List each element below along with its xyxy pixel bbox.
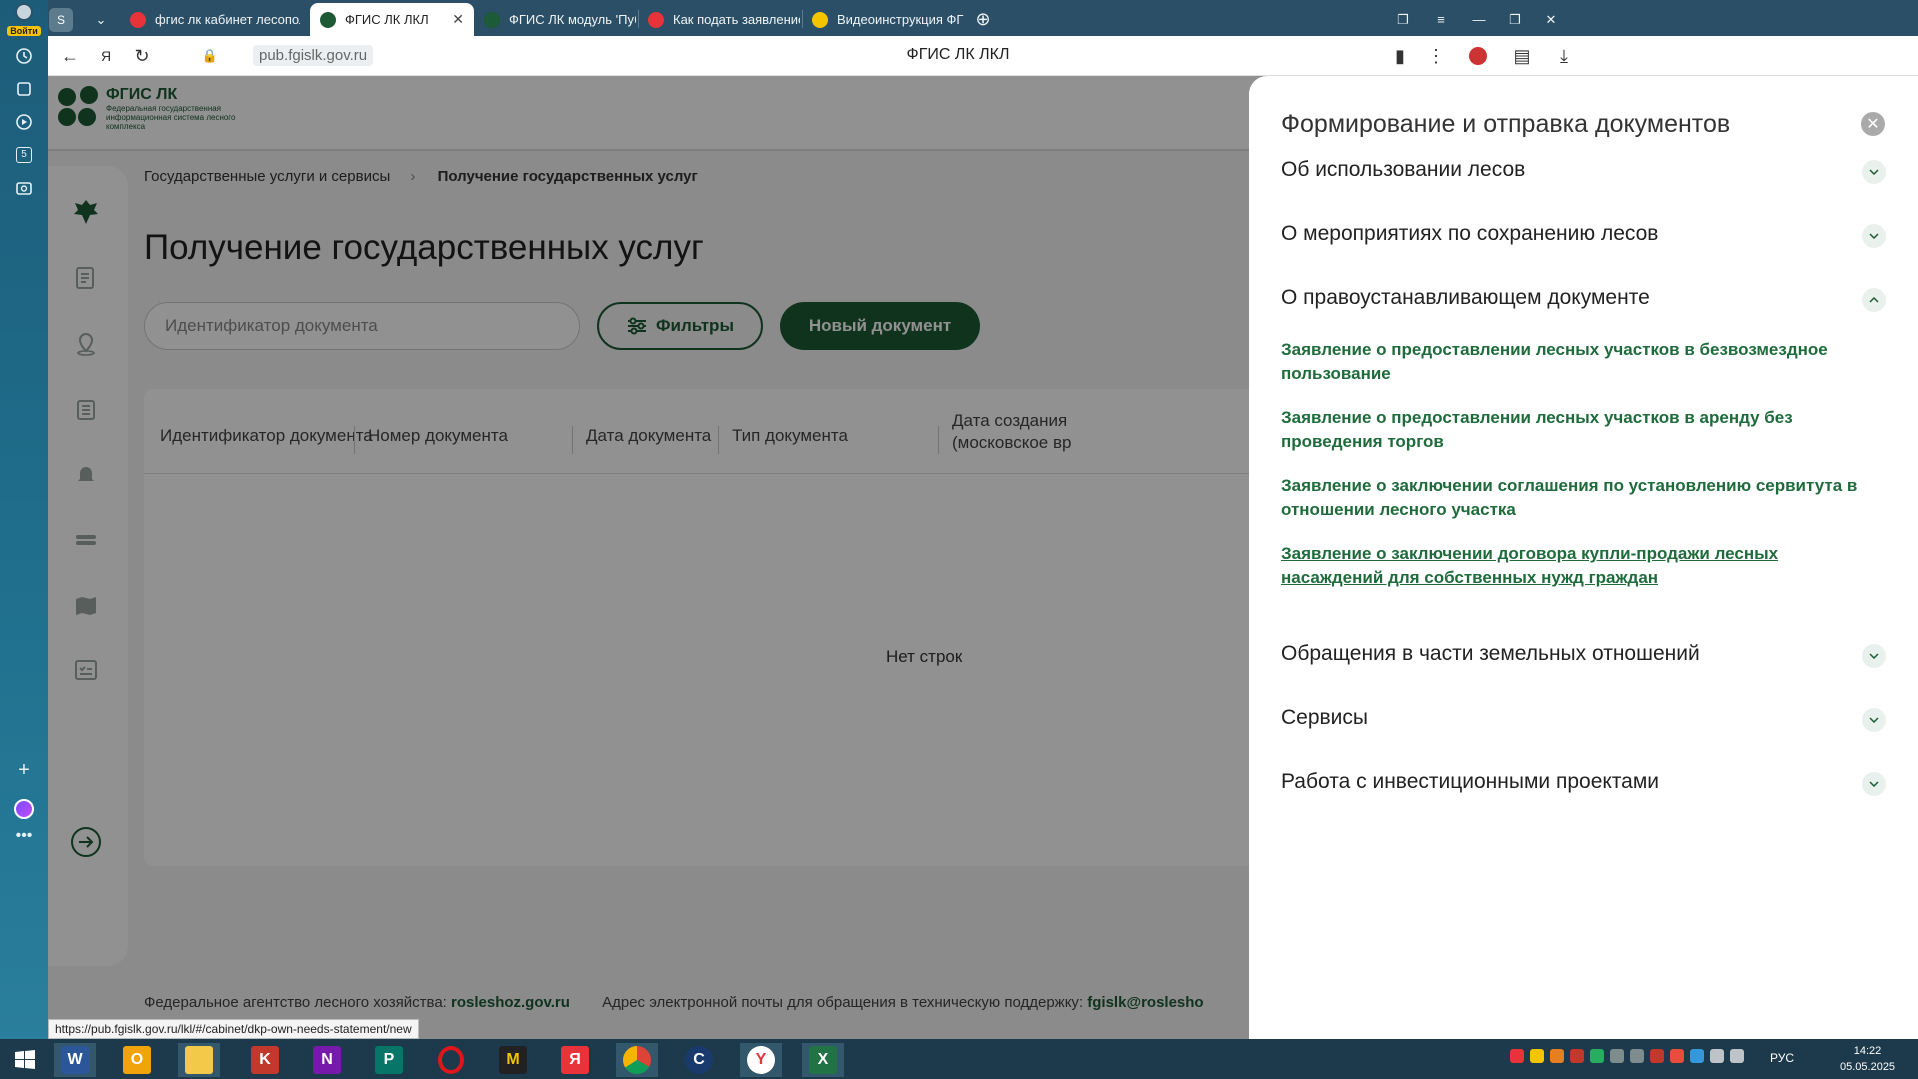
bookmark-icon[interactable]: ▮ <box>1388 44 1412 68</box>
link-servitude-application[interactable]: Заявление о заключении соглашения по уст… <box>1281 474 1881 522</box>
chevron-down-icon[interactable] <box>1862 224 1886 248</box>
play-icon[interactable] <box>12 110 36 134</box>
tab-title: Как подать заявление на <box>673 12 800 27</box>
login-button[interactable]: Войти <box>4 3 44 36</box>
alice-icon[interactable] <box>12 797 36 821</box>
browser-sidebar: Войти 5 + ••• <box>0 0 48 1039</box>
address-bar: ← Я ↻ 🔒 pub.fgislk.gov.ru ФГИС ЛК ЛКЛ ▮ … <box>48 36 1918 76</box>
status-url-tooltip: https://pub.fgislk.gov.ru/lkl/#/cabinet/… <box>48 1019 419 1039</box>
section-title: О правоустанавливающем документе <box>1281 286 1650 309</box>
onenote-icon[interactable]: N <box>306 1043 348 1077</box>
login-label: Войти <box>7 26 41 36</box>
yandex-market-icon[interactable]: М <box>492 1043 534 1077</box>
section-title: О мероприятиях по сохранению лесов <box>1281 222 1659 245</box>
ccleaner-icon[interactable]: C <box>678 1043 720 1077</box>
chevron-down-icon[interactable] <box>1862 644 1886 668</box>
section-title: Об использовании лесов <box>1281 158 1526 181</box>
section-title-document[interactable]: О правоустанавливающем документе <box>1281 286 1886 312</box>
more-actions-icon[interactable]: ⋮ <box>1424 44 1448 68</box>
section-forest-preservation[interactable]: О мероприятиях по сохранению лесов <box>1281 222 1886 248</box>
section-title: Работа с инвестиционными проектами <box>1281 770 1660 793</box>
more-icon[interactable]: ••• <box>12 824 36 848</box>
chevron-down-icon[interactable] <box>1862 708 1886 732</box>
tab-2-active[interactable]: ФГИС ЛК ЛКЛ ✕ <box>310 3 474 36</box>
file-explorer-icon[interactable] <box>178 1043 220 1077</box>
add-icon[interactable]: + <box>12 758 36 782</box>
badge-icon[interactable]: 5 <box>12 143 36 167</box>
tab-1[interactable]: фгис лк кабинет лесопол <box>120 3 300 36</box>
extension-icon[interactable] <box>1466 44 1490 68</box>
tab-title: фгис лк кабинет лесопол <box>155 12 300 27</box>
excel-icon[interactable]: X <box>802 1043 844 1077</box>
badge-label: 5 <box>16 147 32 163</box>
chrome-icon[interactable] <box>616 1043 658 1077</box>
section-title: Обращения в части земельных отношений <box>1281 642 1700 665</box>
close-tab-icon[interactable]: ✕ <box>442 11 464 28</box>
screenshot-icon[interactable] <box>12 176 36 200</box>
minimize-icon[interactable]: — <box>1464 3 1494 36</box>
bookmarks-panel-icon[interactable]: ❐ <box>1388 3 1418 36</box>
link-lease-application[interactable]: Заявление о предоставлении лесных участк… <box>1281 406 1881 454</box>
video-favicon-icon <box>812 11 828 28</box>
tab-title: Видеоинструкция ФГИС <box>837 12 964 27</box>
tab-title: ФГИС ЛК ЛКЛ <box>345 12 429 27</box>
language-indicator[interactable]: РУС <box>1770 1051 1794 1065</box>
tab-4[interactable]: Как подать заявление на <box>638 3 800 36</box>
system-tray[interactable] <box>1510 1049 1744 1063</box>
close-window-icon[interactable]: ✕ <box>1536 3 1566 36</box>
publisher-icon[interactable]: P <box>368 1043 410 1077</box>
clock[interactable]: 14:22 05.05.2025 <box>1840 1043 1895 1075</box>
section-forest-use[interactable]: Об использовании лесов <box>1281 158 1886 184</box>
address-page-title[interactable]: ФГИС ЛК ЛКЛ <box>48 46 1868 64</box>
tab-3[interactable]: ФГИС ЛК модуль 'Публи <box>474 3 636 36</box>
kaspersky-icon[interactable]: K <box>244 1043 286 1077</box>
yandex-browser-icon[interactable]: Y <box>740 1043 782 1077</box>
windows-taskbar: W O K N P М Я C Y X РУС 14:22 05.05.2025 <box>0 1039 1918 1079</box>
chevron-up-icon[interactable] <box>1862 288 1886 312</box>
section-services[interactable]: Сервисы <box>1281 706 1886 732</box>
clock-time: 14:22 <box>1853 1045 1882 1057</box>
yandex-favicon-icon <box>648 11 664 28</box>
new-tab-icon[interactable]: ⊕ <box>968 3 998 36</box>
chevron-down-icon[interactable] <box>1862 160 1886 184</box>
yandex-icon[interactable]: Я <box>554 1043 596 1077</box>
section-title: Сервисы <box>1281 706 1369 729</box>
yandex-favicon-icon <box>130 11 146 28</box>
avatar <box>15 3 33 21</box>
clock-date: 05.05.2025 <box>1840 1061 1896 1073</box>
tab-bar: S ⌄ фгис лк кабинет лесопол ФГИС ЛК ЛКЛ ✕… <box>48 0 1918 36</box>
link-free-use-application[interactable]: Заявление о предоставлении лесных участк… <box>1281 338 1881 386</box>
section-investment-projects[interactable]: Работа с инвестиционными проектами <box>1281 770 1886 796</box>
collections-icon[interactable]: ▤ <box>1510 44 1534 68</box>
tab-group-icon[interactable]: S <box>40 3 82 36</box>
start-icon[interactable] <box>4 1043 46 1077</box>
download-icon[interactable]: ⤓ <box>1552 44 1576 68</box>
link-purchase-agreement-application[interactable]: Заявление о заключении договора купли-пр… <box>1281 542 1881 590</box>
fgislk-favicon-icon <box>320 11 336 28</box>
opera-icon[interactable] <box>430 1043 472 1077</box>
drawer-title: Формирование и отправка документов <box>1281 110 1731 138</box>
fgislk-favicon-icon <box>484 11 500 28</box>
restore-icon[interactable]: ❐ <box>1500 3 1530 36</box>
close-drawer-icon[interactable]: ✕ <box>1861 112 1885 136</box>
history-icon[interactable] <box>12 44 36 68</box>
tabs-dropdown-icon[interactable]: ⌄ <box>86 3 116 36</box>
menu-icon[interactable]: ≡ <box>1426 3 1456 36</box>
tab-5[interactable]: Видеоинструкция ФГИС <box>802 3 964 36</box>
outlook-icon[interactable]: O <box>116 1043 158 1077</box>
collections-icon[interactable] <box>12 77 36 101</box>
section-land-relations[interactable]: Обращения в части земельных отношений <box>1281 642 1886 668</box>
tab-title: ФГИС ЛК модуль 'Публи <box>509 12 636 27</box>
chevron-down-icon[interactable] <box>1862 772 1886 796</box>
documents-drawer: Формирование и отправка документов ✕ Об … <box>1249 76 1918 1039</box>
word-icon[interactable]: W <box>54 1043 96 1077</box>
